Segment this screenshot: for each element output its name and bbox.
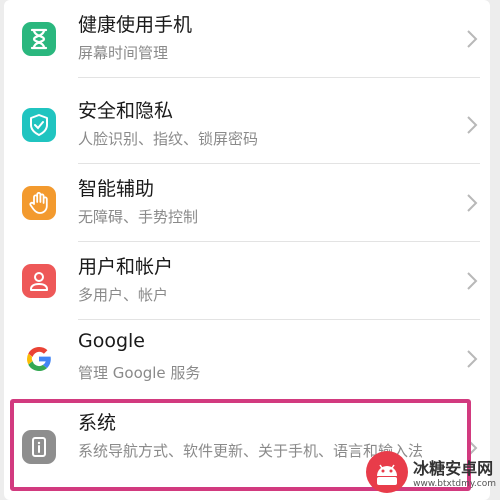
chevron-right-icon	[467, 350, 478, 368]
settings-item-accessibility[interactable]: 智能辅助 无障碍、手势控制	[4, 164, 490, 242]
settings-item-title: 智能辅助	[78, 178, 155, 200]
settings-item-digital-balance[interactable]: 健康使用手机 屏幕时间管理	[4, 0, 490, 78]
shield-check-icon	[22, 108, 56, 142]
info-icon	[22, 430, 56, 464]
settings-item-google[interactable]: Google 管理 Google 服务	[4, 320, 490, 398]
chevron-right-icon	[467, 116, 478, 134]
user-icon	[22, 264, 56, 298]
chevron-right-icon	[467, 272, 478, 290]
watermark-title: 冰糖安卓网	[413, 459, 494, 478]
watermark: 冰糖安卓网 www.btxtdmy.com	[365, 450, 496, 494]
chevron-right-icon	[467, 194, 478, 212]
settings-item-title: 健康使用手机	[78, 14, 193, 36]
settings-item-users-accounts[interactable]: 用户和帐户 多用户、帐户	[4, 242, 490, 320]
settings-item-subtitle: 人脸识别、指纹、锁屏密码	[78, 130, 259, 148]
hourglass-icon	[22, 22, 56, 56]
settings-item-security-privacy[interactable]: 安全和隐私 人脸识别、指纹、锁屏密码	[4, 86, 490, 164]
settings-list: 健康使用手机 屏幕时间管理 安全和隐私 人脸识别、指纹、锁屏密码 智能辅助 无障…	[4, 0, 490, 500]
settings-item-subtitle: 无障碍、手势控制	[78, 208, 199, 226]
settings-item-title: 系统	[78, 412, 117, 434]
settings-item-title: 用户和帐户	[78, 256, 174, 278]
hand-icon	[22, 186, 56, 220]
divider	[78, 77, 480, 78]
chevron-right-icon	[467, 30, 478, 48]
settings-item-title: Google	[78, 330, 146, 352]
google-g-icon	[22, 342, 56, 376]
settings-item-subtitle: 管理 Google 服务	[78, 364, 201, 382]
settings-item-subtitle: 屏幕时间管理	[78, 44, 169, 62]
android-logo-icon	[366, 451, 409, 493]
settings-item-subtitle: 多用户、帐户	[78, 286, 169, 304]
watermark-url: www.btxtdmy.com	[413, 479, 496, 489]
settings-item-title: 安全和隐私	[78, 100, 174, 122]
